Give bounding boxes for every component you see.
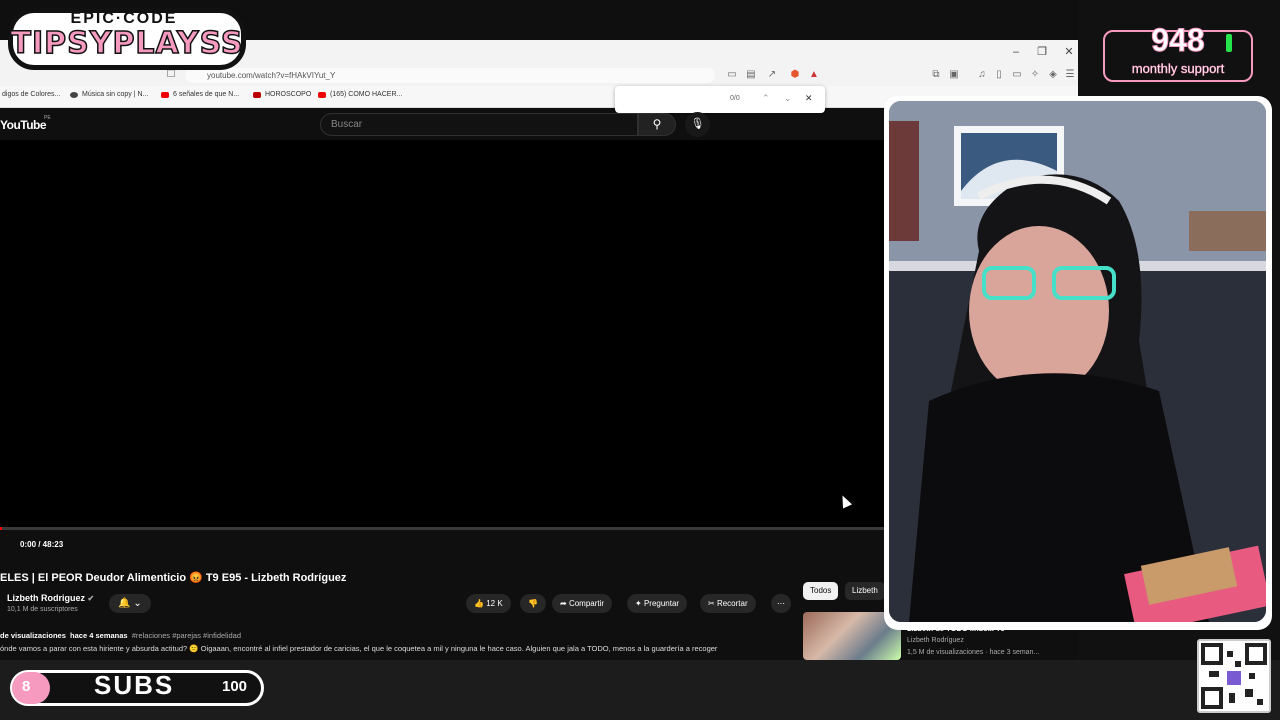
- sidebar-icon[interactable]: ▣: [948, 69, 960, 81]
- chip-lizbeth[interactable]: Lizbeth: [845, 582, 885, 600]
- chip-all[interactable]: Todos: [803, 582, 839, 600]
- bookmark-icon[interactable]: ☐: [165, 69, 177, 81]
- install-icon[interactable]: ▭: [726, 69, 738, 81]
- panel-icon[interactable]: ▯: [993, 69, 1005, 81]
- webcam-scene: [889, 101, 1266, 622]
- qr-pattern: [1201, 643, 1267, 709]
- bookmark-item[interactable]: digos de Colores...: [2, 91, 60, 98]
- sub-goal-label: SUBS: [94, 670, 175, 700]
- chevron-down-icon: ⌄: [133, 598, 142, 609]
- progress-bar[interactable]: [0, 527, 884, 530]
- webcam-feed: [889, 101, 1266, 622]
- more-actions-button[interactable]: ⋯: [771, 594, 791, 613]
- extensions-icon[interactable]: ⧉: [930, 69, 942, 81]
- country-code: PE: [44, 115, 51, 121]
- video-description[interactable]: ónde vamos a parar con esta hiriente y a…: [0, 644, 790, 653]
- more-icon: ⋯: [777, 599, 785, 608]
- bookmark-favicon-icon: [70, 91, 78, 98]
- find-next-icon[interactable]: ⌄: [784, 93, 792, 104]
- restore-icon[interactable]: ❐: [1034, 44, 1050, 60]
- sub-goal-target: 100: [222, 678, 248, 695]
- bookmark-item[interactable]: HOROSCOPO: [253, 91, 311, 98]
- share-icon[interactable]: ↗: [766, 69, 778, 81]
- recommendation-channel[interactable]: Lizbeth Rodríguez: [907, 637, 964, 644]
- ai-icon[interactable]: ✧: [1029, 69, 1041, 81]
- video-meta: de visualizaciones hace 4 semanas #relac…: [0, 631, 242, 640]
- youtube-favicon-icon: [161, 91, 169, 98]
- scissors-icon: ✂: [708, 599, 715, 608]
- sub-goal-current: 8: [22, 678, 31, 695]
- stream-canvas: – ❐ ✕ ☐ youtube.com/watch?v=fHAkVIYut_Y …: [0, 0, 1280, 720]
- rewards-icon[interactable]: ▲: [808, 69, 820, 81]
- support-label: monthly support: [1131, 61, 1225, 77]
- sparkle-icon: ✦: [635, 599, 642, 608]
- bookmark-item[interactable]: Música sin copy | N...: [70, 91, 148, 98]
- channel-name[interactable]: Lizbeth Rodriguez ✔: [7, 593, 94, 603]
- ask-button[interactable]: ✦ Preguntar: [627, 594, 688, 613]
- qr-code-icon: [1197, 639, 1271, 713]
- thumbs-up-icon: 👍: [474, 599, 484, 608]
- recommendation-views: 1,5 M de visualizaciones · hace 3 seman.…: [907, 649, 1040, 656]
- bookmark-item[interactable]: (165) COMO HACER...: [318, 91, 402, 98]
- reader-icon[interactable]: ▤: [745, 69, 757, 81]
- close-window-icon[interactable]: ✕: [1061, 44, 1077, 60]
- time-display: 0:00 / 48:23: [20, 540, 64, 549]
- mic-icon[interactable]: 🎙: [685, 112, 710, 137]
- horoscope-favicon-icon: [253, 91, 261, 98]
- share-arrow-icon: ➦: [560, 599, 567, 608]
- thumbs-down-icon: 👎: [528, 599, 538, 608]
- dislike-button[interactable]: 👎: [520, 594, 546, 613]
- like-button[interactable]: 👍 12 K: [466, 594, 511, 613]
- progress-fill: [0, 527, 2, 530]
- bell-icon: 🔔: [118, 598, 131, 609]
- url-field[interactable]: youtube.com/watch?v=fHAkVIYut_Y: [185, 68, 715, 83]
- video-player[interactable]: [0, 140, 884, 530]
- logo-name: TIPSYPLAYSS: [10, 25, 244, 62]
- music-icon[interactable]: ♫: [976, 69, 988, 81]
- youtube-favicon-icon: [318, 91, 326, 98]
- clip-button[interactable]: ✂ Recortar: [700, 594, 756, 613]
- sub-goal-fill: [12, 672, 50, 704]
- search-input[interactable]: Buscar: [320, 113, 638, 136]
- bookmark-item[interactable]: 6 señales de que N...: [161, 91, 239, 98]
- support-count: 948: [1151, 22, 1205, 59]
- wallet-icon[interactable]: ▭: [1011, 69, 1023, 81]
- minimize-icon[interactable]: –: [1008, 44, 1024, 60]
- find-close-icon[interactable]: ✕: [805, 93, 813, 104]
- notification-bell-button[interactable]: 🔔 ⌄: [109, 594, 151, 613]
- brave-shield-icon[interactable]: ⬢: [789, 69, 801, 81]
- verified-icon: ✔: [87, 594, 95, 603]
- find-prev-icon[interactable]: ⌃: [762, 93, 770, 104]
- find-in-page-bar[interactable]: [615, 86, 825, 113]
- youtube-logo[interactable]: YouTube: [0, 118, 47, 132]
- find-count: 0/0: [730, 95, 740, 102]
- search-icon[interactable]: ⚲: [638, 113, 676, 136]
- share-button[interactable]: ➦ Compartir: [552, 594, 613, 613]
- menu-icon[interactable]: ☰: [1064, 69, 1076, 81]
- vpn-icon[interactable]: ◈: [1047, 69, 1059, 81]
- subscriber-count: 10,1 M de suscriptores: [7, 606, 78, 613]
- video-title: ELES | El PEOR Deudor Alimenticio 😡 T9 E…: [0, 572, 347, 584]
